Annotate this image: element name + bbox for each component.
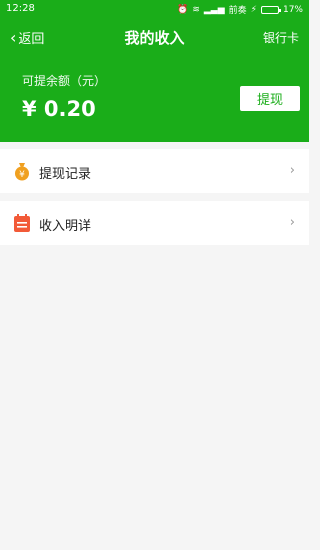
- bank-card-link[interactable]: 银行卡: [263, 29, 299, 46]
- income-header: 12:28 ⏰ ≋ ▂▃▅ 前奏 ⚡ 17% ‹ 返回 我的收入 银行卡 可提余…: [0, 0, 309, 142]
- charging-icon: ⚡: [250, 4, 257, 15]
- chevron-right-icon: ›: [289, 215, 295, 230]
- wifi-icon: ≋: [192, 4, 200, 15]
- income-detail-item[interactable]: 收入明详 ›: [0, 201, 309, 245]
- signal-icon: ▂▃▅: [203, 4, 225, 15]
- svg-text:¥: ¥: [19, 170, 25, 180]
- withdraw-record-label: 提现记录: [39, 167, 92, 182]
- status-indicators: ⏰ ≋ ▂▃▅ 前奏 ⚡ 17%: [177, 3, 303, 17]
- alarm-icon: ⏰: [177, 4, 189, 15]
- status-bar: 12:28 ⏰ ≋ ▂▃▅ 前奏 ⚡ 17%: [0, 0, 309, 18]
- withdraw-record-item[interactable]: ¥ 提现记录 ›: [0, 149, 309, 193]
- battery-icon: [260, 5, 281, 14]
- status-carrier: 前奏: [228, 6, 247, 16]
- income-detail-label: 收入明详: [39, 219, 92, 234]
- balance-value: ¥ 0.20: [22, 97, 96, 121]
- withdraw-button[interactable]: 提现: [240, 86, 300, 111]
- status-time: 12:28: [6, 3, 35, 14]
- battery-percent: 17%: [282, 4, 303, 15]
- balance-label: 可提余额（元）: [22, 74, 107, 88]
- calendar-icon: [14, 214, 30, 232]
- money-bag-icon: ¥: [15, 163, 29, 181]
- nav-bar: ‹ 返回 我的收入 银行卡: [0, 20, 309, 54]
- chevron-right-icon: ›: [289, 163, 295, 178]
